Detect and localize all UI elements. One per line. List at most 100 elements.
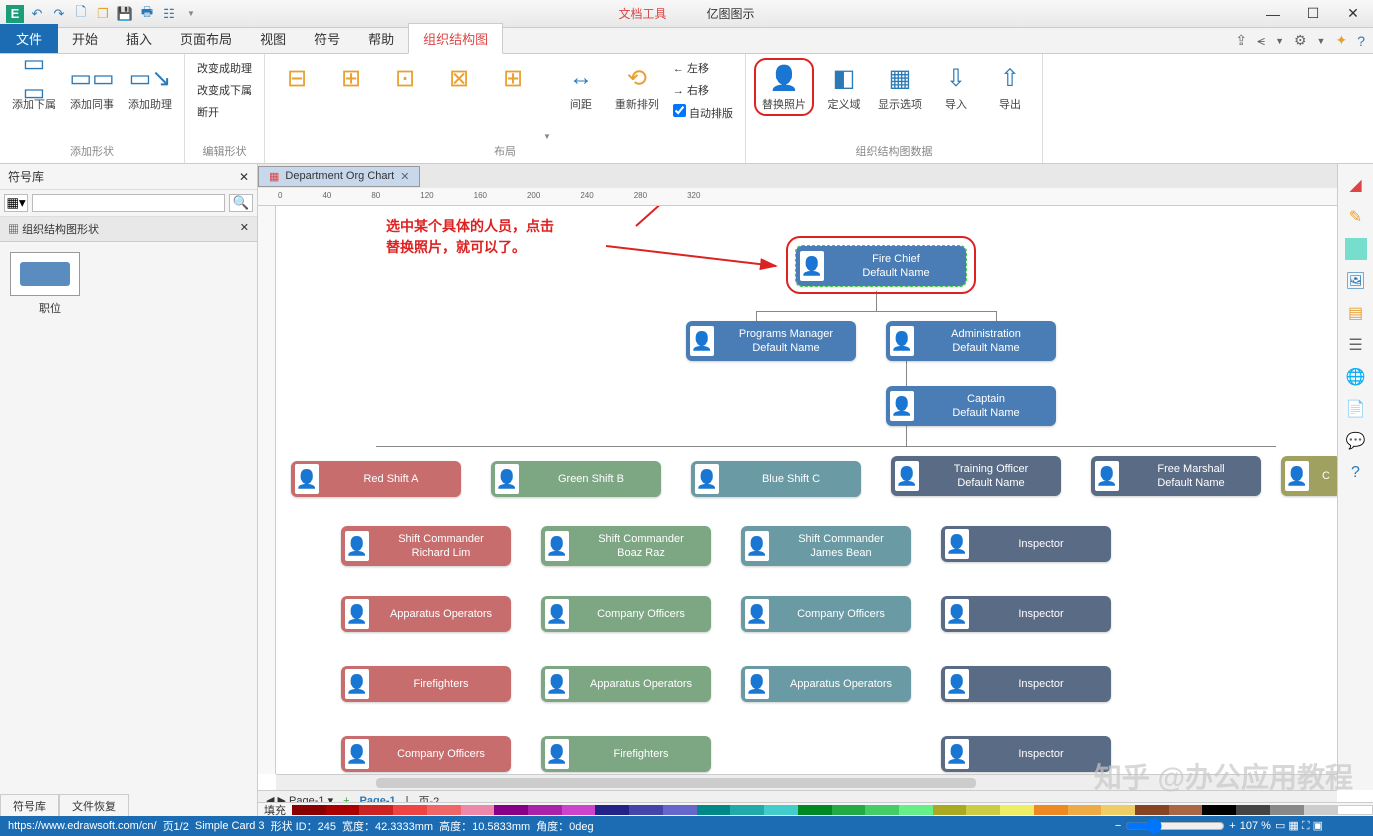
info-icon[interactable]: ? xyxy=(1345,462,1367,484)
status-url[interactable]: https://www.edrawsoft.com/cn/ xyxy=(8,820,157,832)
page-icon[interactable]: 📄 xyxy=(1345,398,1367,420)
node-co-green[interactable]: 👤Company Officers xyxy=(541,596,711,632)
new-icon[interactable]: 🗋 xyxy=(72,5,90,23)
minimize-button[interactable]: — xyxy=(1253,2,1293,26)
node-insp3[interactable]: 👤Inspector xyxy=(941,666,1111,702)
fill-icon[interactable]: ■ xyxy=(1345,238,1367,260)
tab-file-recovery[interactable]: 文件恢复 xyxy=(59,794,129,816)
spacing-button[interactable]: ↔间距 xyxy=(557,58,605,116)
app-menu-icon[interactable]: E xyxy=(6,5,24,23)
node-free-marshall[interactable]: 👤Free MarshallDefault Name xyxy=(1091,456,1261,496)
tab-symbol[interactable]: 符号 xyxy=(300,24,354,53)
layout3-button[interactable]: ⊡ xyxy=(381,58,429,98)
undo-icon[interactable]: ↶ xyxy=(28,5,46,23)
node-fire-chief[interactable]: 👤 Fire ChiefDefault Name xyxy=(796,246,966,286)
help-icon[interactable]: ? xyxy=(1357,33,1365,49)
search-input[interactable] xyxy=(32,194,225,212)
node-insp2[interactable]: 👤Inspector xyxy=(941,596,1111,632)
close-shapes-icon[interactable]: ✕ xyxy=(240,221,249,237)
to-assistant-button[interactable]: 改变成助理 xyxy=(193,58,256,78)
zoom-slider[interactable] xyxy=(1125,818,1225,834)
add-subordinate-button[interactable]: ▭▭添加下属 xyxy=(8,58,60,116)
library-picker-button[interactable]: ▦▾ xyxy=(4,194,28,212)
comment-icon[interactable]: 💬 xyxy=(1345,430,1367,452)
move-right-button[interactable]: → 右移 xyxy=(669,80,737,100)
node-sc-red[interactable]: 👤Shift CommanderRichard Lim xyxy=(341,526,511,566)
node-ff-red[interactable]: 👤Firefighters xyxy=(341,666,511,702)
tab-layout[interactable]: 页面布局 xyxy=(166,24,246,53)
save-icon[interactable]: 💾 xyxy=(116,5,134,23)
globe-icon[interactable]: 🌐 xyxy=(1345,366,1367,388)
node-appops-red[interactable]: 👤Apparatus Operators xyxy=(341,596,511,632)
node-co-blue[interactable]: 👤Company Officers xyxy=(741,596,911,632)
node-red-shift[interactable]: 👤Red Shift A xyxy=(291,461,461,497)
node-blue-shift[interactable]: 👤Blue Shift C xyxy=(691,461,861,497)
layout2-button[interactable]: ⊞ xyxy=(327,58,375,98)
node-ff-green[interactable]: 👤Firefighters xyxy=(541,736,711,772)
add-colleague-button[interactable]: ▭▭添加同事 xyxy=(66,58,118,116)
node-captain[interactable]: 👤CaptainDefault Name xyxy=(886,386,1056,426)
node-insp4[interactable]: 👤Inspector xyxy=(941,736,1111,772)
view-mode-icons[interactable]: ▭ ▦ ⛶ ▣ xyxy=(1275,819,1323,833)
add-assistant-button[interactable]: ▭↘添加助理 xyxy=(124,58,176,116)
canvas[interactable]: 选中某个具体的人员，点击 替换照片，就可以了。 👤 Fire ChiefDefa… xyxy=(276,206,1337,774)
node-co-red[interactable]: 👤Company Officers xyxy=(341,736,511,772)
dropdown2-icon[interactable]: ▼ xyxy=(1317,36,1326,46)
ruler-icon[interactable]: ☰ xyxy=(1345,334,1367,356)
tab-start[interactable]: 开始 xyxy=(58,24,112,53)
layers-icon[interactable]: ▤ xyxy=(1345,302,1367,324)
zoom-out-button[interactable]: − xyxy=(1115,820,1121,832)
export-button[interactable]: ⇧导出 xyxy=(986,58,1034,116)
import-button[interactable]: ⇩导入 xyxy=(932,58,980,116)
pen-icon[interactable]: ✎ xyxy=(1345,206,1367,228)
color-palette[interactable] xyxy=(292,805,1373,815)
open-icon[interactable]: ❐ xyxy=(94,5,112,23)
tab-symbol-library[interactable]: 符号库 xyxy=(0,794,59,816)
tab-file[interactable]: 文件 xyxy=(0,24,58,53)
close-doc-icon[interactable]: ✕ xyxy=(400,170,409,183)
auto-layout-checkbox[interactable]: 自动排版 xyxy=(669,102,737,123)
node-sc-green[interactable]: 👤Shift CommanderBoaz Raz xyxy=(541,526,711,566)
move-left-button[interactable]: ← 左移 xyxy=(669,58,737,78)
to-subordinate-button[interactable]: 改变成下属 xyxy=(193,80,256,100)
shape-thumbnail[interactable]: 职位 xyxy=(10,252,90,316)
document-tab[interactable]: ▦ Department Org Chart ✕ xyxy=(258,166,420,187)
define-field-button[interactable]: ◧定义域 xyxy=(820,58,868,116)
dropdown-icon[interactable]: ▼ xyxy=(1275,36,1284,46)
redo-icon[interactable]: ↷ xyxy=(50,5,68,23)
replace-photo-button[interactable]: 👤替换照片 xyxy=(754,58,814,116)
settings-icon[interactable]: ⚙ xyxy=(1294,32,1307,49)
node-appops-blue[interactable]: 👤Apparatus Operators xyxy=(741,666,911,702)
tab-orgchart[interactable]: 组织结构图 xyxy=(408,23,503,54)
tab-insert[interactable]: 插入 xyxy=(112,24,166,53)
display-options-button[interactable]: ▦显示选项 xyxy=(874,58,926,116)
zoom-in-button[interactable]: + xyxy=(1229,820,1235,832)
disconnect-button[interactable]: 断开 xyxy=(193,102,256,122)
qat-dropdown-icon[interactable]: ▼ xyxy=(182,5,200,23)
rearrange-button[interactable]: ⟲重新排列 xyxy=(611,58,663,116)
layout4-button[interactable]: ⊠ xyxy=(435,58,483,98)
puzzle-icon[interactable]: ✦ xyxy=(1335,32,1347,49)
node-appops-green[interactable]: 👤Apparatus Operators xyxy=(541,666,711,702)
tab-help[interactable]: 帮助 xyxy=(354,24,408,53)
export-icon[interactable]: ☷ xyxy=(160,5,178,23)
maximize-button[interactable]: ☐ xyxy=(1293,2,1333,26)
image-icon[interactable]: 🖼 xyxy=(1345,270,1367,292)
layout1-button[interactable]: ⊟ xyxy=(273,58,321,98)
close-button[interactable]: ✕ xyxy=(1333,2,1373,26)
layout5-button[interactable]: ⊞ xyxy=(489,58,537,98)
close-sidebar-icon[interactable]: ✕ xyxy=(239,170,249,184)
node-extra[interactable]: 👤C xyxy=(1281,456,1337,496)
tab-view[interactable]: 视图 xyxy=(246,24,300,53)
social-icon[interactable]: ⪪ xyxy=(1257,32,1265,49)
node-green-shift[interactable]: 👤Green Shift B xyxy=(491,461,661,497)
node-programs-manager[interactable]: 👤Programs ManagerDefault Name xyxy=(686,321,856,361)
node-insp1[interactable]: 👤Inspector xyxy=(941,526,1111,562)
node-administration[interactable]: 👤AdministrationDefault Name xyxy=(886,321,1056,361)
search-button[interactable]: 🔍 xyxy=(229,194,253,212)
print-icon[interactable]: 🖶 xyxy=(138,5,156,23)
node-sc-blue[interactable]: 👤Shift CommanderJames Bean xyxy=(741,526,911,566)
theme-icon[interactable]: ◢ xyxy=(1345,174,1367,196)
share-icon[interactable]: ⇪ xyxy=(1235,32,1247,49)
node-training[interactable]: 👤Training OfficerDefault Name xyxy=(891,456,1061,496)
